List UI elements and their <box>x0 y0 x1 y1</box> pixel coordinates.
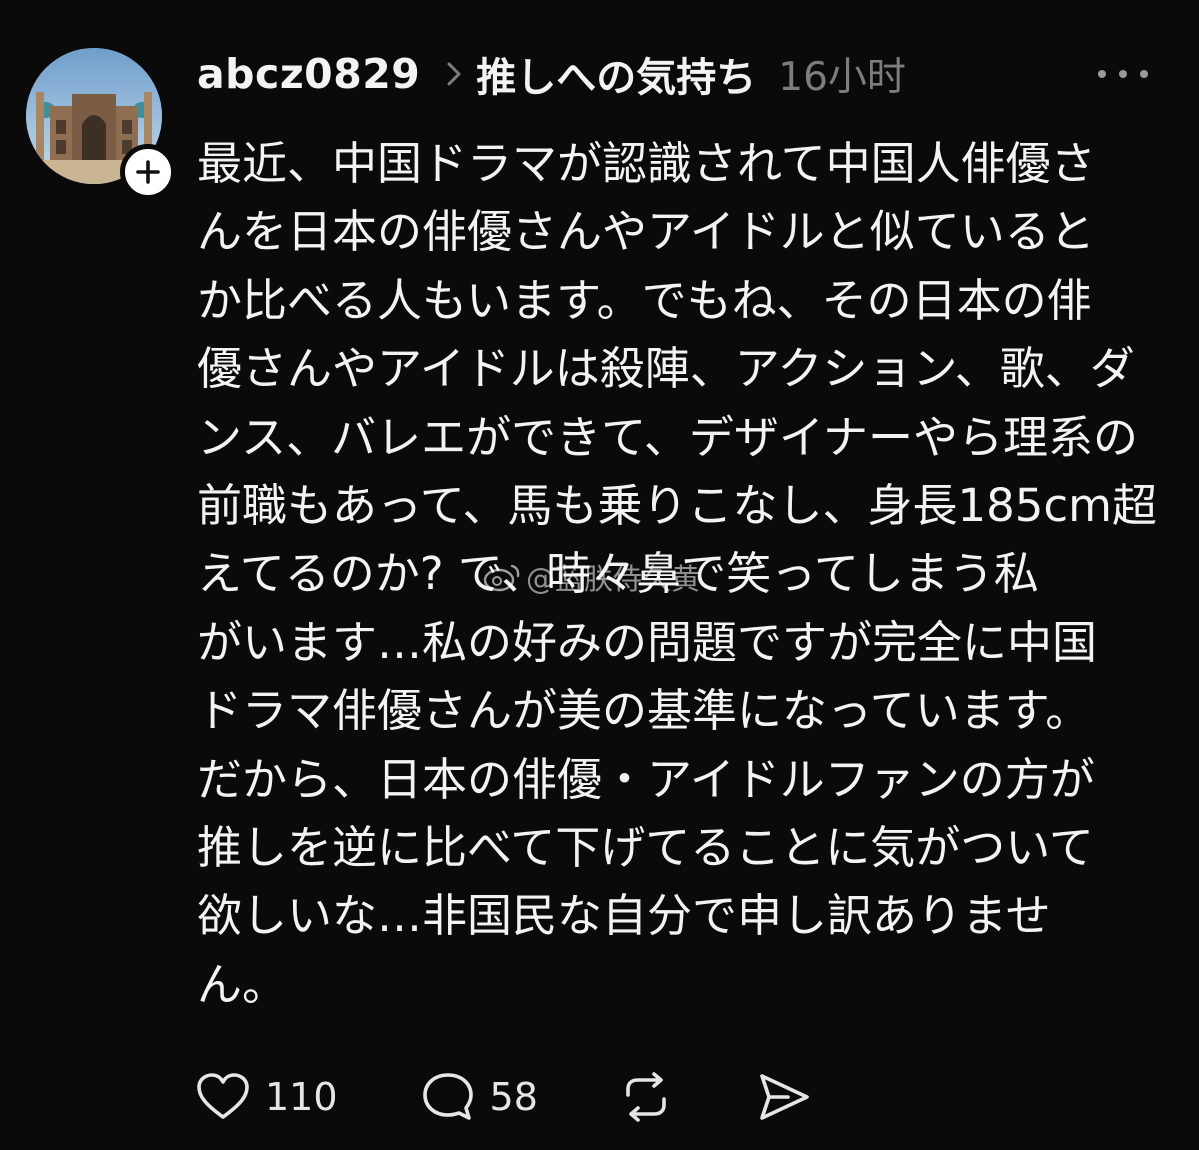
more-horizontal-icon <box>1098 70 1106 78</box>
watermark-text: @蓝朕侍久黄 <box>526 562 701 596</box>
weibo-icon <box>483 564 520 592</box>
heart-icon <box>197 1073 249 1119</box>
post-line: ん。 <box>197 957 288 1011</box>
post-timestamp: 16小时 <box>778 55 906 100</box>
reply-count: 58 <box>489 1075 538 1119</box>
send-icon <box>760 1074 809 1120</box>
like-count: 110 <box>265 1075 338 1119</box>
plus-icon <box>136 160 160 184</box>
repost-icon <box>626 1072 666 1122</box>
reply-button[interactable]: 58 <box>420 1071 538 1123</box>
comment-icon <box>422 1073 473 1120</box>
post-line: んを日本の俳優さんやアイドルと似ていると <box>197 205 1095 259</box>
post-line: 最近、中国ドラマが認識されて中国人俳優さ <box>197 137 1096 190</box>
chevron-right-icon <box>446 61 462 87</box>
post-line: だから、日本の俳優・アイドルファンの方が <box>197 752 1095 806</box>
post-line: か比べる人もいます。でもね、その日本の俳 <box>197 273 1092 327</box>
follow-button[interactable] <box>120 144 176 200</box>
repost-button[interactable] <box>618 1069 674 1125</box>
share-button[interactable] <box>756 1071 812 1123</box>
more-options-button[interactable] <box>1098 64 1148 84</box>
like-button[interactable]: 110 <box>195 1072 338 1122</box>
post-line: 欲しいな…非国民な自分で申し訳ありませ <box>197 889 1051 943</box>
watermark: @蓝朕侍久黄 <box>482 556 700 598</box>
topic-tag[interactable]: 推しへの気持ち <box>476 45 756 103</box>
post-line: 推しを逆に比べて下げてることに気がついて <box>197 820 1094 874</box>
post-line: ドラマ俳優さんが美の基準になっています。 <box>197 684 1091 738</box>
post-header: abcz0829 推しへの気持ち 16小时 <box>197 44 906 104</box>
action-bar: 110 58 <box>195 1065 812 1129</box>
post-line: 前職もあって、馬も乗りこなし、身長185cm超 <box>197 478 1157 532</box>
post-line: ンス、バレエができて、デザイナーやら理系の <box>197 410 1138 464</box>
post-line: がいます…私の好みの問題ですが完全に中国 <box>197 615 1098 669</box>
avatar-container <box>26 48 176 200</box>
username[interactable]: abcz0829 <box>197 50 420 98</box>
post-line: 優さんやアイドルは殺陣、アクション、歌、ダ <box>197 342 1135 396</box>
